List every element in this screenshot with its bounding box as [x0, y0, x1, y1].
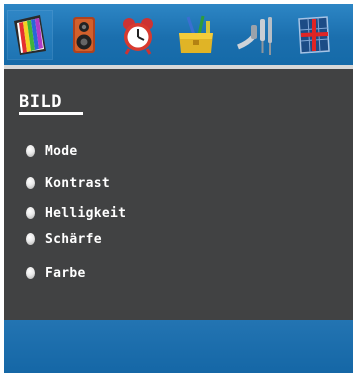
menu-item-label: Farbe — [45, 265, 86, 281]
tab-picture[interactable] — [7, 10, 53, 60]
tab-source[interactable] — [233, 10, 279, 60]
speaker-icon — [73, 17, 95, 53]
menu-item-kontrast[interactable]: Kontrast — [26, 173, 110, 193]
menu-item-farbe[interactable]: Farbe — [26, 263, 86, 283]
bullet-icon — [26, 267, 35, 279]
channel-grid-icon — [298, 16, 330, 54]
menu-item-schaerfe[interactable]: Schärfe — [26, 229, 102, 249]
tab-features[interactable] — [173, 10, 219, 60]
bullet-icon — [26, 207, 35, 219]
tab-install[interactable] — [290, 10, 336, 60]
footer-info-bar — [4, 320, 353, 373]
toolbox-icon — [179, 15, 213, 53]
bullet-icon — [26, 233, 35, 245]
menu-item-label: Kontrast — [45, 175, 111, 191]
menu-item-label: Helligkeit — [45, 205, 127, 221]
picture-menu-panel: BILD Mode Kontrast Helligkeit Schärfe Fa… — [4, 69, 353, 320]
tab-time[interactable] — [115, 10, 161, 60]
menu-item-helligkeit[interactable]: Helligkeit — [26, 203, 126, 223]
bullet-icon — [26, 145, 35, 157]
tab-sound[interactable] — [61, 10, 107, 60]
menu-title: BILD — [19, 92, 62, 112]
picture-icon — [14, 15, 46, 55]
clock-icon — [123, 18, 153, 55]
bullet-icon — [26, 177, 35, 189]
menu-item-label: Schärfe — [45, 231, 102, 247]
connector-cables-icon — [237, 17, 272, 55]
menu-item-mode[interactable]: Mode — [26, 141, 78, 161]
tv-osd-menu: BILD Mode Kontrast Helligkeit Schärfe Fa… — [4, 4, 353, 373]
menu-icon-bar — [4, 4, 353, 65]
title-underline — [19, 112, 83, 115]
menu-item-label: Mode — [45, 143, 78, 159]
